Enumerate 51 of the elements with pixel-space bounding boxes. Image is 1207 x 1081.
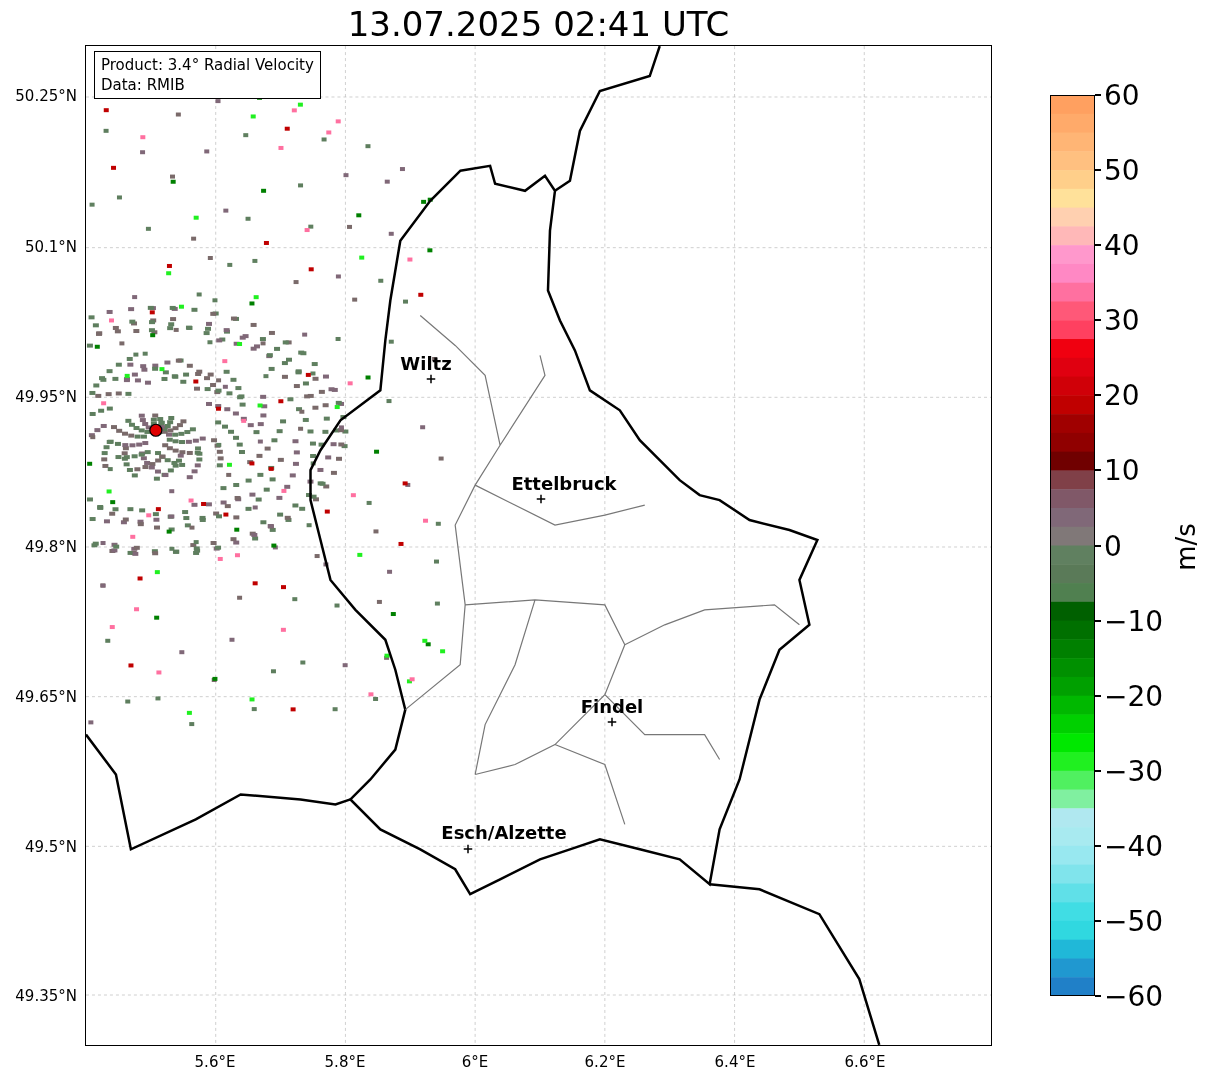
tick-mark-icon bbox=[1095, 94, 1101, 96]
city-label: Esch/Alzette bbox=[441, 821, 567, 843]
tick-mark-icon bbox=[1095, 619, 1101, 622]
colorbar-tick-label: −20 bbox=[1104, 679, 1164, 713]
tick-mark-icon bbox=[1095, 844, 1101, 847]
latitude-label: 49.8°N bbox=[24, 538, 77, 556]
tick-mark-icon bbox=[1095, 694, 1101, 697]
city-marker-icon bbox=[426, 374, 436, 384]
colorbar-tick-label: 0 bbox=[1104, 529, 1122, 562]
colorbar-tick-label: 30 bbox=[1104, 303, 1140, 337]
colorbar-tick-label: 50 bbox=[1104, 153, 1140, 187]
tick-mark-icon bbox=[1095, 394, 1101, 397]
colorbar-tick-label: −10 bbox=[1104, 604, 1164, 638]
city-marker-icon bbox=[536, 494, 546, 504]
colorbar-tick-label: −60 bbox=[1104, 979, 1164, 1013]
latitude-label: 49.35°N bbox=[15, 987, 77, 1005]
colorbar-tick-label: −30 bbox=[1104, 754, 1164, 788]
colorbar-label: m/s bbox=[1171, 523, 1201, 571]
colorbar-tick-label: 60 bbox=[1104, 78, 1140, 112]
colorbar-tick-label: 20 bbox=[1104, 378, 1140, 412]
city-marker-icon bbox=[463, 844, 473, 854]
city-label: Findel bbox=[580, 695, 644, 717]
tick-mark-icon bbox=[1095, 169, 1101, 172]
tick-mark-icon bbox=[1095, 995, 1101, 997]
tick-mark-icon bbox=[1095, 244, 1101, 247]
city-label: Ettelbruck bbox=[511, 472, 617, 494]
colorbar-tick-label: 40 bbox=[1104, 228, 1140, 262]
legend-line: Data: RMIB bbox=[101, 75, 186, 95]
longitude-label: 5.8°E bbox=[324, 1053, 366, 1071]
colorbar-tick-label: −50 bbox=[1104, 904, 1164, 938]
longitude-label: 5.6°E bbox=[194, 1053, 236, 1071]
city-label: Wiltz bbox=[400, 352, 452, 374]
latitude-label: 50.25°N bbox=[15, 87, 77, 105]
latitude-label: 49.95°N bbox=[15, 388, 77, 406]
legend-line: Product: 3.4° Radial Velocity bbox=[101, 55, 314, 75]
latitude-label: 49.5°N bbox=[24, 838, 77, 856]
tick-mark-icon bbox=[1095, 919, 1101, 922]
tick-mark-icon bbox=[1095, 469, 1101, 472]
city-marker-icon bbox=[607, 717, 617, 727]
tick-mark-icon bbox=[1095, 319, 1101, 322]
longitude-label: 6.2°E bbox=[584, 1053, 626, 1071]
latitude-label: 50.1°N bbox=[24, 238, 77, 256]
tick-mark-icon bbox=[1095, 544, 1101, 547]
chart-title: 13.07.2025 02:41 UTC bbox=[346, 4, 731, 44]
latitude-label: 49.65°N bbox=[15, 688, 77, 706]
colorbar-tick-label: −40 bbox=[1104, 829, 1164, 863]
longitude-label: 6.6°E bbox=[844, 1053, 886, 1071]
longitude-label: 6.4°E bbox=[714, 1053, 756, 1071]
colorbar-tick-label: 10 bbox=[1104, 453, 1140, 487]
longitude-label: 6°E bbox=[461, 1053, 489, 1071]
tick-mark-icon bbox=[1095, 769, 1101, 772]
